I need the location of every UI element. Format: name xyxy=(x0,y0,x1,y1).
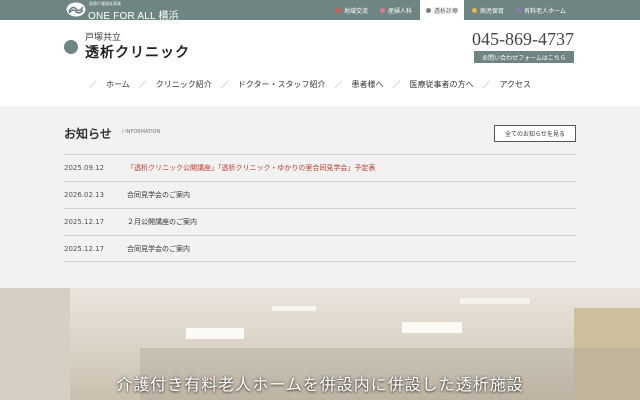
group-link-label: 有料老人ホーム xyxy=(524,7,566,15)
group-link-label: 産婦人科 xyxy=(388,7,413,15)
nav-separator: ／ xyxy=(482,79,491,89)
news-list: 2025.09.12 「透析クリニック公開講座」「透析クリニック・ゆかりの里合同… xyxy=(64,154,576,262)
nav-item-doctors[interactable]: ドクター・スタッフ紹介 xyxy=(238,79,326,90)
news-item[interactable]: 2025.12.17 ２月公開講座のご案内 xyxy=(64,208,576,235)
top-bar: 医療介護福祉事業 ONE FOR ALL 横浜 地域交流 産婦人科 透析診療 病… xyxy=(0,0,640,22)
nav-item-patients[interactable]: 患者様へ xyxy=(351,79,383,90)
group-link-label: 地域交流 xyxy=(344,7,369,15)
news-section: お知らせ / INFORMATION 全てのお知らせを見る 2025.09.12… xyxy=(0,106,640,288)
yellow-dot-icon xyxy=(472,7,478,13)
news-text: 合同見学会のご案内 xyxy=(127,191,190,199)
news-text: 合同見学会のご案内 xyxy=(127,244,190,253)
nav-separator: ／ xyxy=(334,79,343,89)
news-item[interactable]: 2025.09.12 「透析クリニック公開講座」「透析クリニック・ゆかりの里合同… xyxy=(64,154,576,181)
nav-item-professionals[interactable]: 医療従事者の方へ xyxy=(409,79,473,90)
news-title-en: / INFORMATION xyxy=(122,129,161,135)
news-title: お知らせ xyxy=(64,127,112,141)
nav-separator: ／ xyxy=(89,79,97,89)
news-date: 2026.02.13 xyxy=(64,191,105,199)
ceiling-light xyxy=(186,328,244,339)
nav-item-clinic[interactable]: クリニック紹介 xyxy=(156,79,212,90)
pink-dot-icon xyxy=(380,7,386,13)
nav-item-access[interactable]: アクセス xyxy=(499,79,531,90)
group-link-label: 病児保育 xyxy=(480,7,505,15)
group-link-community[interactable]: 地域交流 xyxy=(336,6,368,15)
site-name[interactable]: 透析クリニック xyxy=(85,42,190,62)
news-text: ２月公開講座のご案内 xyxy=(127,218,197,226)
news-text: 「透析クリニック公開講座」「透析クリニック・ゆかりの里合同見学会」予定表 xyxy=(127,164,376,172)
phone-number[interactable]: 045-869-4737 xyxy=(472,29,574,50)
group-link-label: 透析診療 xyxy=(434,7,459,15)
one-for-all-logo-icon[interactable] xyxy=(66,2,86,17)
site-header: 戸塚共立 透析クリニック 045-869-4737 お問い合わせフォームはこちら… xyxy=(0,20,640,106)
red-dot-icon xyxy=(336,7,341,13)
group-site-links: 地域交流 産婦人科 透析診療 病児保育 有料老人ホーム xyxy=(336,0,578,20)
view-all-news-button[interactable]: 全てのお知らせを見る xyxy=(494,125,576,142)
clinic-logo-icon[interactable] xyxy=(64,40,78,54)
nav-separator: ／ xyxy=(220,79,229,89)
nav-separator: ／ xyxy=(138,79,147,89)
news-item[interactable]: 2026.02.13 合同見学会のご案内 xyxy=(64,181,576,208)
nav-separator: ／ xyxy=(392,79,401,89)
ceiling-light xyxy=(460,298,530,304)
teal-dot-icon xyxy=(426,7,432,13)
news-date: 2025.09.12 xyxy=(64,164,105,172)
purple-dot-icon xyxy=(516,7,522,13)
group-link-obstetrics[interactable]: 産婦人科 xyxy=(380,6,412,15)
ceiling-light xyxy=(272,306,316,311)
contact-form-button[interactable]: お問い合わせフォームはこちら xyxy=(474,51,574,63)
main-nav: ／ ホーム ／ クリニック紹介 ／ ドクター・スタッフ紹介 ／ 患者様へ ／ 医… xyxy=(80,77,531,91)
group-link-dialysis[interactable]: 透析診療 xyxy=(420,0,465,20)
group-link-nursing-home[interactable]: 有料老人ホーム xyxy=(516,6,566,15)
news-date: 2025.12.17 xyxy=(64,244,105,253)
hero-image: 介護付き有料老人ホームを併設内に併設した透析施設 xyxy=(0,288,640,400)
group-link-sick-child-care[interactable]: 病児保育 xyxy=(472,6,504,15)
ceiling-light xyxy=(402,322,462,333)
hero-caption: 介護付き有料老人ホームを併設内に併設した透析施設 xyxy=(116,375,524,394)
news-item[interactable]: 2025.12.17 合同見学会のご案内 xyxy=(64,235,576,262)
news-date: 2025.12.17 xyxy=(64,218,105,226)
nav-item-home[interactable]: ホーム xyxy=(106,79,130,90)
